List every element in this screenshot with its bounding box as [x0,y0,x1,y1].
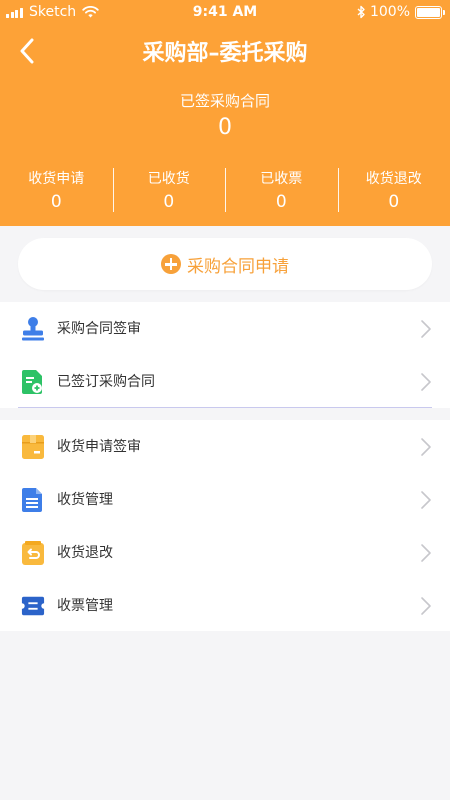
stats-bar: 收货申请 0 已收货 0 已收票 0 收货退改 0 [0,166,450,214]
header: Sketch 9:41 AM 100% 采购部–委托采购 已签采购合同 0 收货… [0,0,450,226]
menu-group-contracts: 采购合同签审 已签订采购合同 [0,302,450,408]
battery-fill [417,7,440,17]
chevron-right-icon [421,491,431,509]
stat-label: 收货退改 [365,171,422,187]
stat-value: 0 [275,192,287,212]
menu-item-label: 采购合同签审 [57,321,141,337]
stat-label: 收货申请 [28,171,85,187]
menu-group-receipts: 收货申请签审 收货管理 收货退改 收票管理 [0,420,450,631]
menu-item-invoice-management[interactable]: 收票管理 [0,579,450,632]
document-list-icon [21,487,45,513]
signed-contracts-label: 已签采购合同 [179,92,270,110]
screen: Sketch 9:41 AM 100% 采购部–委托采购 已签采购合同 0 收货… [0,0,450,800]
page-title: 采购部–委托采购 [142,41,308,66]
stat-invoice-received[interactable]: 已收票 0 [225,166,338,214]
stat-value: 0 [388,192,400,212]
menu-item-receipt-management[interactable]: 收货管理 [0,473,450,526]
chevron-right-icon [421,373,431,391]
stat-return-change[interactable]: 收货退改 0 [337,166,450,214]
menu-item-label: 收货退改 [57,545,113,561]
battery-percent: 100% [369,4,410,20]
ticket-icon [21,593,45,619]
package-icon [21,434,45,460]
apply-contract-label: 采购合同申请 [187,256,289,277]
menu-item-label: 收货申请签审 [57,439,141,455]
menu-item-label: 收货管理 [57,492,113,508]
stat-value: 0 [50,192,62,212]
chevron-right-icon [421,544,431,562]
stat-label: 已收票 [260,171,303,187]
apply-contract-button[interactable]: 采购合同申请 [18,238,432,290]
menu-item-signed-contracts[interactable]: 已签订采购合同 [0,355,450,408]
menu-item-label: 收票管理 [57,598,113,614]
plus-circle-icon [161,254,181,274]
chevron-right-icon [421,320,431,338]
bluetooth-icon [357,5,365,19]
chevron-right-icon [421,597,431,615]
menu-item-contract-review[interactable]: 采购合同签审 [0,302,450,355]
stamp-icon [21,316,45,342]
stat-label: 已收货 [147,171,190,187]
stat-receipt-request[interactable]: 收货申请 0 [0,166,113,214]
return-package-icon [21,540,45,566]
stat-value: 0 [163,192,175,212]
status-bar: Sketch 9:41 AM 100% [0,0,450,26]
signed-contracts-count: 0 [218,115,232,140]
status-right: 100% [357,4,445,20]
menu-item-receipt-return[interactable]: 收货退改 [0,526,450,579]
stat-received[interactable]: 已收货 0 [112,166,226,214]
battery-icon [415,5,445,19]
signed-contract-icon [21,369,45,395]
menu-item-label: 已签订采购合同 [57,374,155,390]
menu-item-receipt-request-review[interactable]: 收货申请签审 [0,420,450,473]
chevron-right-icon [421,438,431,456]
